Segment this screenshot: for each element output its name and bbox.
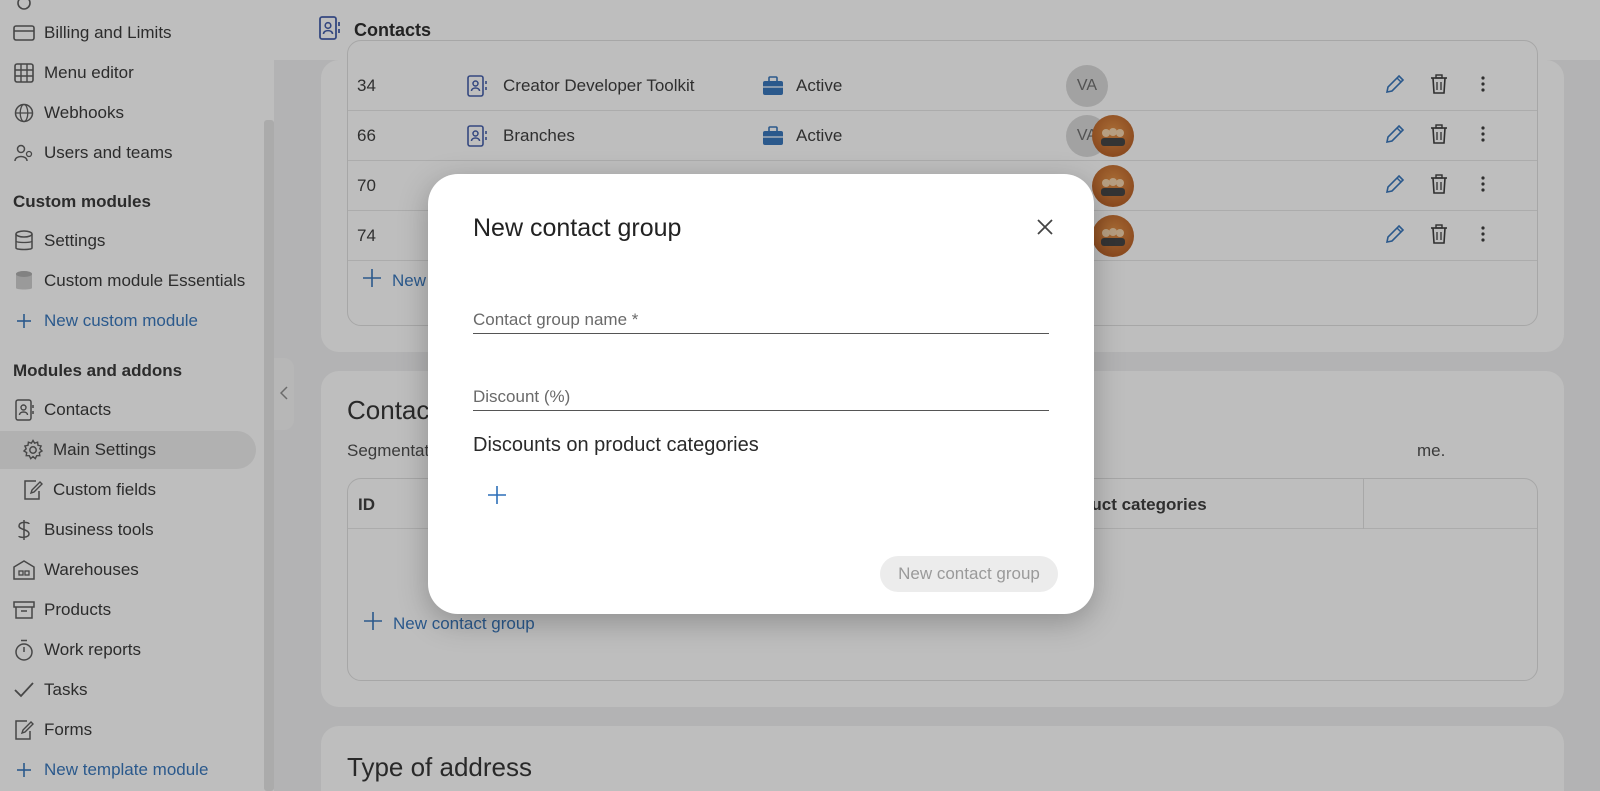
discount-field xyxy=(473,385,1049,411)
new-contact-group-dialog: New contact group Discounts on product c… xyxy=(428,174,1094,614)
discount-input[interactable] xyxy=(473,385,1049,409)
close-icon xyxy=(1036,218,1054,241)
dialog-title: New contact group xyxy=(473,214,682,242)
create-contact-group-button[interactable]: New contact group xyxy=(880,556,1058,592)
contact-group-name-input[interactable] xyxy=(473,308,1049,332)
close-button[interactable] xyxy=(1032,216,1058,242)
discounts-categories-label: Discounts on product categories xyxy=(473,434,759,456)
contact-group-name-field xyxy=(473,308,1049,334)
plus-icon xyxy=(487,485,507,510)
add-category-discount-button[interactable] xyxy=(486,485,508,510)
